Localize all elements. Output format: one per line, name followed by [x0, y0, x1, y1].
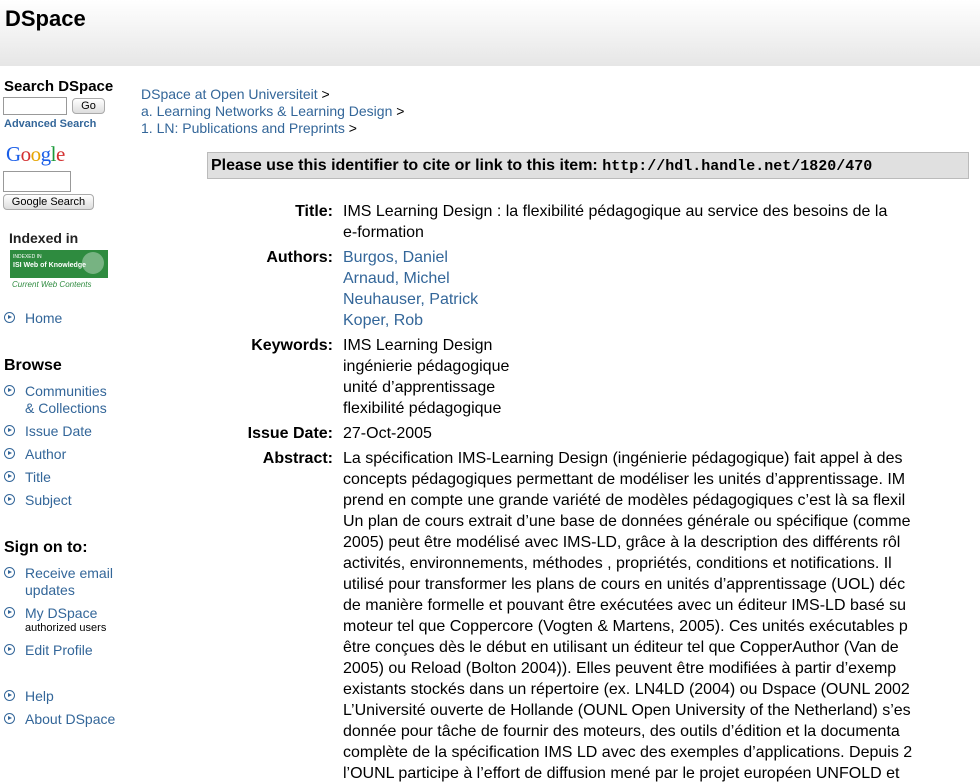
nav-communities-label[interactable]: Communities — [25, 383, 107, 400]
arrow-bullet-icon — [4, 494, 15, 505]
arrow-bullet-icon — [4, 567, 15, 578]
nav-author-label[interactable]: Author — [25, 446, 66, 463]
abstract-label: Abstract: — [262, 450, 333, 467]
handle-url[interactable]: http://hdl.handle.net/1820/470 — [602, 158, 872, 175]
arrow-bullet-icon — [4, 644, 15, 655]
issue-date-label: Issue Date: — [247, 425, 333, 442]
isi-logo-icon — [82, 252, 104, 274]
advanced-search-link[interactable]: Advanced Search — [4, 118, 96, 130]
author-link[interactable]: Arnaud, Michel — [343, 268, 980, 289]
search-heading: Search DSpace — [4, 78, 114, 95]
nav-edit-profile-label[interactable]: Edit Profile — [25, 642, 93, 659]
cite-identifier-box: Please use this identifier to cite or li… — [207, 152, 969, 179]
authors-label: Authors: — [266, 249, 333, 266]
arrow-bullet-icon — [4, 448, 15, 459]
search-input[interactable] — [3, 97, 67, 115]
nav-title-label[interactable]: Title — [25, 469, 51, 486]
breadcrumb-item: a. Learning Networks & Learning Design > — [141, 103, 404, 119]
arrow-bullet-icon — [4, 713, 15, 724]
abstract-line: complète de la spécification IMS LD avec… — [343, 744, 913, 761]
title-value: IMS Learning Design : la flexibilité péd… — [343, 201, 980, 243]
abstract-line: de manière formelle et pouvant être exéc… — [343, 597, 906, 614]
breadcrumb-item: DSpace at Open Universiteit > — [141, 86, 330, 102]
nav-home-label[interactable]: Home — [25, 310, 62, 327]
keywords-list: IMS Learning Design ingénierie pédagogiq… — [343, 335, 980, 419]
abstract-line: Un plan de cours extrait d’une base de d… — [343, 513, 911, 530]
nav-subject-label[interactable]: Subject — [25, 492, 72, 509]
abstract-line: être conçues dès le début en utilisant u… — [343, 639, 899, 656]
sign-on-heading: Sign on to: — [4, 539, 88, 556]
breadcrumb-separator: > — [392, 103, 405, 119]
nav-collections-label[interactable]: & Collections — [25, 400, 107, 417]
keyword: flexibilité pédagogique — [343, 400, 502, 417]
isi-badge-line1: INDEXED IN — [13, 254, 42, 260]
arrow-bullet-icon — [4, 312, 15, 323]
nav-my-dspace-label[interactable]: My DSpace — [25, 605, 97, 622]
isi-badge-line2: ISI Web of Knowledge — [13, 262, 86, 269]
authors-list: Burgos, Daniel Arnaud, Michel Neuhauser,… — [343, 247, 980, 331]
header-bar: DSpace — [0, 0, 980, 66]
arrow-bullet-icon — [4, 607, 15, 618]
nav-about-label[interactable]: About DSpace — [25, 711, 115, 728]
abstract-line: moteur tel que Coppercore (Vogten & Mart… — [343, 618, 908, 635]
abstract-line: activités, environnements, méthodes , pr… — [343, 555, 892, 572]
authorized-users-note: authorized users — [25, 622, 107, 634]
google-search-button[interactable]: Google Search — [3, 194, 94, 210]
abstract-line: utilisé pour transformer les plans de co… — [343, 576, 906, 593]
keyword: IMS Learning Design — [343, 337, 493, 354]
nav-receive-email-label-2[interactable]: updates — [25, 582, 75, 599]
abstract-line: existants stockés dans un répertoire (ex… — [343, 681, 910, 698]
abstract-line: prend en compte une grande variété de mo… — [343, 492, 906, 509]
nav-help-label[interactable]: Help — [25, 688, 54, 705]
keyword: ingénierie pédagogique — [343, 358, 510, 375]
isi-badge[interactable]: INDEXED IN ISI Web of Knowledge — [10, 250, 108, 278]
abstract-line: 2005) ou Reload (Bolton 2004)). Elles pe… — [343, 660, 897, 677]
abstract-line: donnée pour tâche de fournir des moteurs… — [343, 723, 900, 740]
author-link[interactable]: Neuhauser, Patrick — [343, 289, 980, 310]
abstract-line: La spécification IMS-Learning Design (in… — [343, 450, 903, 467]
nav-receive-email-label[interactable]: Receive email — [25, 565, 113, 582]
breadcrumb-link[interactable]: 1. LN: Publications and Preprints — [141, 120, 345, 136]
author-link[interactable]: Burgos, Daniel — [343, 247, 980, 268]
title-line: e-formation — [343, 224, 424, 241]
nav-issue-date-label[interactable]: Issue Date — [25, 423, 92, 440]
keyword: unité d’apprentissage — [343, 379, 496, 396]
breadcrumb-separator: > — [317, 86, 330, 102]
go-button[interactable]: Go — [72, 98, 105, 114]
issue-date-value: 27-Oct-2005 — [343, 425, 432, 442]
breadcrumb-item: 1. LN: Publications and Preprints > — [141, 120, 357, 136]
arrow-bullet-icon — [4, 425, 15, 436]
abstract-line: L’Université ouverte de Hollande (OUNL O… — [343, 702, 911, 719]
keywords-label: Keywords: — [251, 337, 333, 354]
google-logo: Google — [6, 142, 65, 166]
cite-text: Please use this identifier to cite or li… — [211, 157, 603, 174]
site-title[interactable]: DSpace — [5, 6, 86, 32]
breadcrumb-link[interactable]: DSpace at Open Universiteit — [141, 86, 318, 102]
google-search-input[interactable] — [3, 171, 71, 192]
title-label: Title: — [295, 203, 333, 220]
arrow-bullet-icon — [4, 471, 15, 482]
abstract-line: 2005) peut être modélisé avec IMS-LD, gr… — [343, 534, 901, 551]
browse-heading: Browse — [4, 357, 62, 374]
breadcrumb-link[interactable]: a. Learning Networks & Learning Design — [141, 103, 392, 119]
indexed-in-label: Indexed in — [9, 230, 79, 246]
abstract-line: l’OUNL participe à l’effort de diffusion… — [343, 765, 900, 782]
author-link[interactable]: Koper, Rob — [343, 310, 980, 331]
abstract-text: La spécification IMS-Learning Design (in… — [343, 448, 980, 784]
arrow-bullet-icon — [4, 690, 15, 701]
breadcrumb-separator: > — [344, 120, 357, 136]
arrow-bullet-icon — [4, 385, 15, 396]
isi-subtitle: Current Web Contents — [12, 280, 92, 289]
abstract-line: concepts pédagogiques permettant de modé… — [343, 471, 906, 488]
title-line: IMS Learning Design : la flexibilité péd… — [343, 203, 888, 220]
